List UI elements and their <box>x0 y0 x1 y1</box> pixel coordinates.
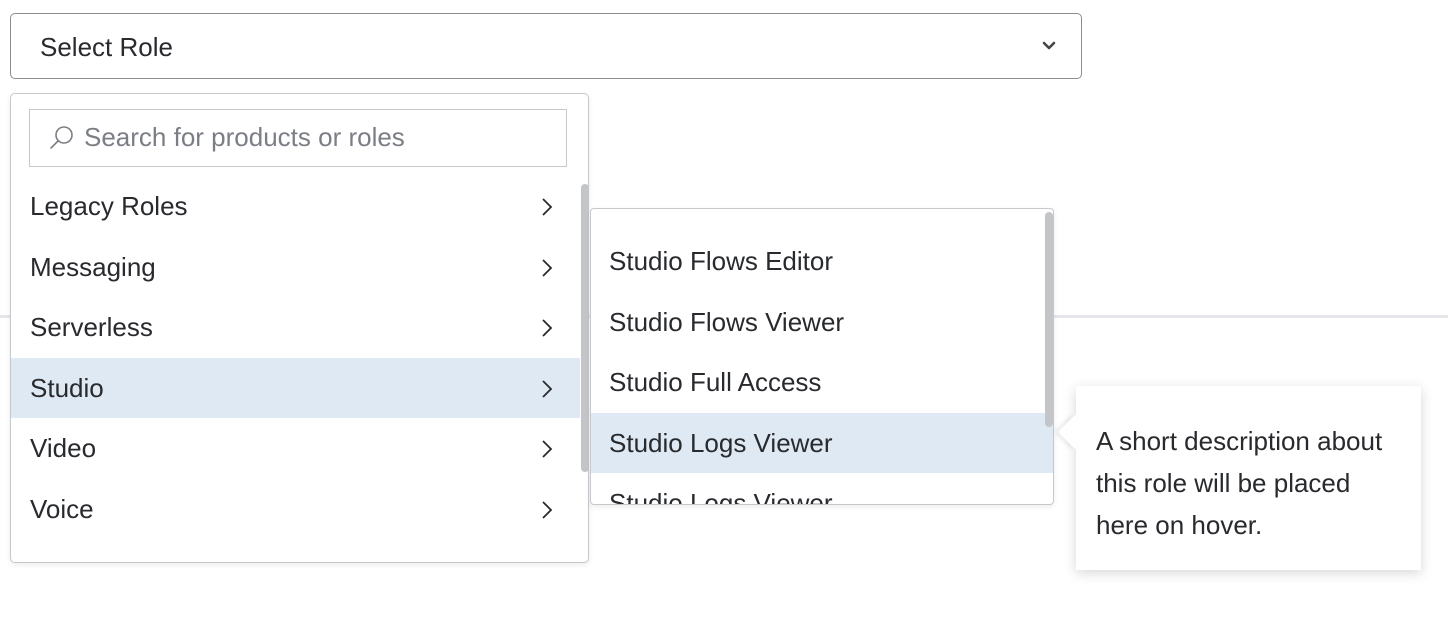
page: Select Role Legacy Roles Messaging Serve… <box>0 0 1448 622</box>
role-list: Studio Flows Editor Studio Flows Viewer … <box>591 231 1053 504</box>
menu-item-serverless[interactable]: Serverless <box>11 297 580 358</box>
chevron-right-icon <box>542 379 553 398</box>
tooltip-text: A short description about this role will… <box>1076 386 1421 546</box>
menu-item-messaging[interactable]: Messaging <box>11 237 580 298</box>
role-item-studio-logs-viewer-2[interactable]: Studio Logs Viewer <box>591 473 1053 504</box>
menu-item-video[interactable]: Video <box>11 418 580 479</box>
menu-item-label: Voice <box>30 493 94 524</box>
menu-item-label: Studio <box>30 372 104 403</box>
search-input[interactable] <box>84 110 554 165</box>
role-select[interactable]: Select Role <box>10 13 1082 79</box>
role-item-studio-full-access[interactable]: Studio Full Access <box>591 352 1053 413</box>
chevron-right-icon <box>542 500 553 519</box>
chevron-right-icon <box>542 319 553 337</box>
role-select-value: Select Role <box>40 32 173 62</box>
role-scrollbar[interactable] <box>1045 212 1053 427</box>
chevron-right-icon <box>542 198 553 216</box>
role-item-studio-flows-viewer[interactable]: Studio Flows Viewer <box>591 292 1053 353</box>
role-item-studio-flows-editor[interactable]: Studio Flows Editor <box>591 231 1053 292</box>
search-icon <box>50 126 73 149</box>
role-submenu: Studio Flows Editor Studio Flows Viewer … <box>590 208 1054 505</box>
chevron-right-icon <box>542 440 553 458</box>
role-description-tooltip: A short description about this role will… <box>1058 386 1421 570</box>
role-category-menu: Legacy Roles Messaging Serverless Studio… <box>10 93 589 563</box>
menu-item-label: Video <box>30 433 97 463</box>
category-list: Legacy Roles Messaging Serverless Studio… <box>11 176 580 539</box>
chevron-down-icon <box>1042 41 1056 50</box>
menu-item-legacy-roles[interactable]: Legacy Roles <box>11 176 580 237</box>
role-item-studio-logs-viewer[interactable]: Studio Logs Viewer <box>591 412 1053 473</box>
menu-item-label: Legacy Roles <box>30 191 188 221</box>
menu-item-label: Serverless <box>30 312 153 342</box>
menu-item-studio[interactable]: Studio <box>11 357 580 418</box>
chevron-right-icon <box>542 258 553 277</box>
menu-item-voice[interactable]: Voice <box>11 479 580 540</box>
menu-item-label: Messaging <box>30 251 156 282</box>
category-scrollbar[interactable] <box>581 184 589 472</box>
search-field[interactable] <box>29 109 567 167</box>
